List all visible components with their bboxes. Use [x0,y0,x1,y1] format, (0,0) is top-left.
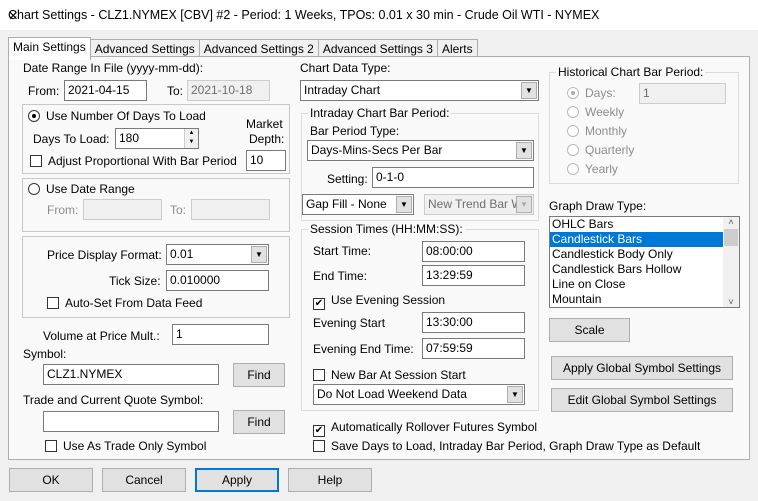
graph-draw-type-label: Graph Draw Type: [549,199,647,213]
checkbox-icon [47,297,59,309]
market-depth-label: Market [246,117,283,131]
evening-end-label: Evening End Time: [313,342,414,356]
chart-data-type-label: Chart Data Type: [300,61,391,75]
use-days-radio[interactable]: Use Number Of Days To Load [28,109,206,123]
days-to-load-input[interactable]: 180 ▲ ▼ [115,128,199,149]
tab-strip: Main Settings Advanced Settings Advanced S… [8,36,478,60]
tick-size-input[interactable]: 0.010000 [166,270,269,291]
historical-quarterly-radio: Quarterly [567,143,634,157]
find-trade-symbol-button[interactable]: Find [233,410,285,434]
apply-global-symbol-settings-button[interactable]: Apply Global Symbol Settings [551,356,733,380]
start-time-label: Start Time: [313,244,372,258]
autoset-checkbox[interactable]: Auto-Set From Data Feed [47,296,202,310]
list-item[interactable]: Line on Close [550,277,723,292]
setting-label: Setting: [327,172,368,186]
chevron-down-icon: ▼ [396,196,412,213]
close-icon[interactable]: ✕ [8,8,748,23]
list-item[interactable]: OHLC Bars [550,217,723,232]
range-from-label: From: [47,203,79,217]
historical-group-label: Historical Chart Bar Period: [556,65,706,79]
end-time-input[interactable]: 13:29:59 [422,265,525,286]
checkbox-icon [313,369,325,381]
tick-size-label: Tick Size: [109,274,161,288]
start-time-input[interactable]: 08:00:00 [422,241,525,262]
trade-only-checkbox[interactable]: Use As Trade Only Symbol [45,439,206,453]
historical-monthly-radio: Monthly [567,124,627,138]
to-label: To: [167,84,184,98]
trade-symbol-input[interactable] [43,411,219,432]
evening-start-input[interactable]: 13:30:00 [422,312,525,333]
help-button[interactable]: Help [288,468,372,492]
radio-icon [28,183,40,195]
chart-data-type-select[interactable]: Intraday Chart ▼ [300,80,539,101]
evening-end-input[interactable]: 07:59:59 [422,338,525,359]
new-bar-session-checkbox[interactable]: New Bar At Session Start [313,368,466,382]
radio-icon [567,87,579,99]
price-format-select[interactable]: 0.01 ▼ [166,244,269,265]
chevron-down-icon: ▼ [251,246,267,263]
evening-start-label: Evening Start [313,316,386,330]
list-item[interactable]: Candlestick Body Only [550,247,723,262]
new-trend-bar-select: New Trend Bar W ▼ [424,194,534,215]
from-label: From: [28,84,60,98]
cancel-button[interactable]: Cancel [102,468,186,492]
spinner-icon[interactable]: ▲ ▼ [184,129,198,148]
weekend-data-select[interactable]: Do Not Load Weekend Data ▼ [313,384,525,405]
scale-button[interactable]: Scale [549,318,630,342]
volume-mult-label: Volume at Price Mult.: [43,329,160,343]
title-bar: Chart Settings - CLZ1.NYMEX [CBV] #2 - P… [0,0,758,30]
list-item[interactable]: Mountain [550,292,723,307]
session-group-label: Session Times (HH:MM:SS): [308,222,465,236]
scrollbar[interactable]: ˄ ˅ [723,217,739,307]
checkbox-icon [30,155,42,167]
historical-days-radio: Days: [567,86,616,100]
radio-icon [28,110,40,122]
chevron-down-icon: ▼ [521,82,537,99]
symbol-label: Symbol: [23,347,67,361]
check-icon: ✔ [313,425,325,437]
date-range-label: Date Range In File (yyyy-mm-dd): [23,61,204,75]
chevron-down-icon: ▼ [507,386,523,403]
edit-global-symbol-settings-button[interactable]: Edit Global Symbol Settings [551,388,733,412]
symbol-input[interactable]: CLZ1.NYMEX [43,364,219,385]
gap-fill-select[interactable]: Gap Fill - None ▼ [302,194,414,215]
ok-button[interactable]: OK [9,468,93,492]
historical-days-input: 1 [639,83,726,104]
range-to-input [191,199,270,220]
list-item[interactable]: Candlestick Bars Hollow [550,262,723,277]
chevron-down-icon: ▼ [516,196,532,213]
historical-weekly-radio: Weekly [567,105,624,119]
tab-main-settings[interactable]: Main Settings [8,37,91,60]
from-date-input[interactable]: 2021-04-15 [64,80,147,101]
market-depth-label-2: Depth: [249,132,285,146]
rollover-checkbox[interactable]: ✔ Automatically Rollover Futures Symbol [313,420,537,437]
find-symbol-button[interactable]: Find [233,363,285,387]
checkbox-icon [313,440,325,452]
bar-period-type-label: Bar Period Type: [310,124,400,138]
checkbox-icon [45,440,57,452]
end-time-label: End Time: [313,269,368,283]
days-to-load-label: Days To Load: [33,132,110,146]
use-date-range-radio[interactable]: Use Date Range [28,182,135,196]
save-default-checkbox[interactable]: Save Days to Load, Intraday Bar Period, … [313,439,700,453]
graph-draw-type-list[interactable]: OHLC Bars Candlestick Bars Candlestick B… [549,216,740,308]
price-format-label: Price Display Format: [47,248,162,262]
apply-button[interactable]: Apply [195,468,279,492]
adjust-proportional-checkbox[interactable]: Adjust Proportional With Bar Period [30,154,237,168]
range-to-label: To: [170,203,187,217]
historical-yearly-radio: Yearly [567,162,618,176]
list-item-selected[interactable]: Candlestick Bars [550,232,723,247]
bar-period-type-select[interactable]: Days-Mins-Secs Per Bar ▼ [307,140,534,161]
trade-symbol-label: Trade and Current Quote Symbol: [23,393,204,407]
volume-mult-input[interactable]: 1 [172,324,269,345]
setting-input[interactable]: 0-1-0 [372,167,534,188]
chevron-down-icon: ▼ [516,142,532,159]
market-depth-input[interactable]: 10 [246,150,286,171]
check-icon: ✔ [313,298,325,310]
intraday-group-label: Intraday Chart Bar Period: [308,106,452,120]
evening-session-checkbox[interactable]: ✔ Use Evening Session [313,293,445,310]
to-date-input: 2021-10-18 [187,80,270,101]
range-from-input [83,199,162,220]
